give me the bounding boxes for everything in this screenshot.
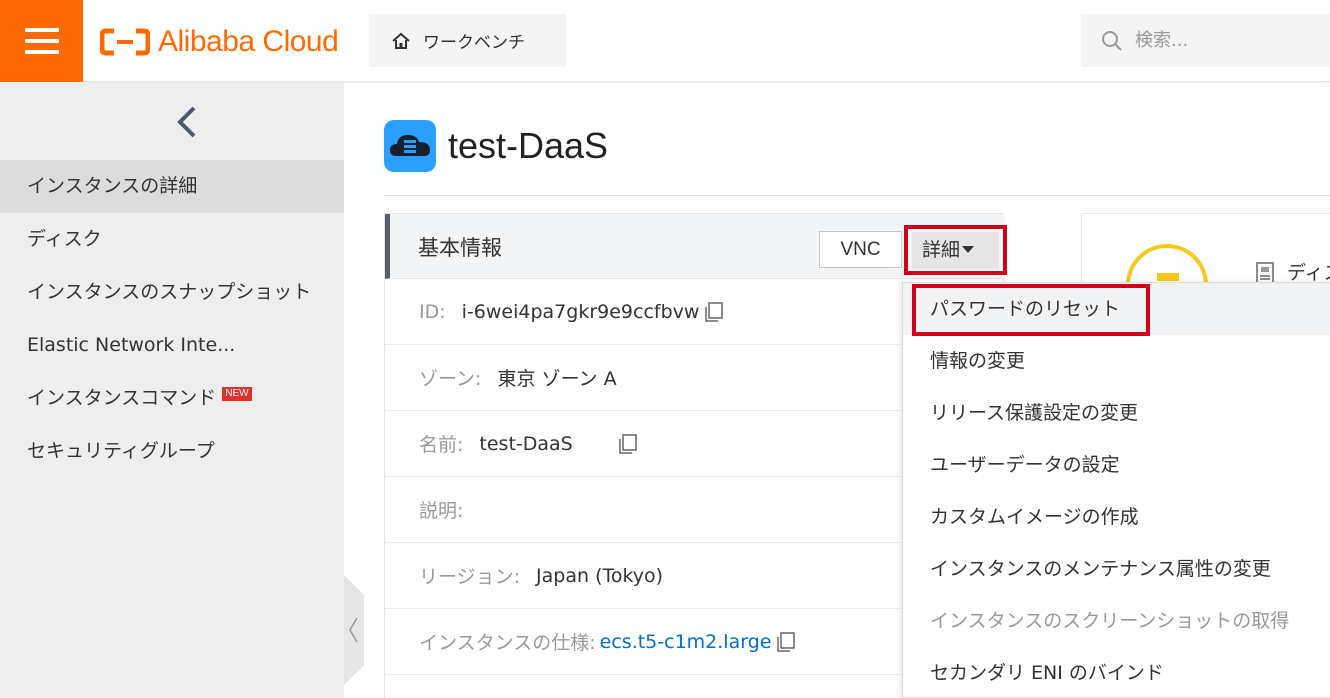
page-header: test-DaaS [384,118,608,174]
info-key: ゾーン: [419,368,482,390]
sidebar-item-label: インスタンスのスナップショット [27,281,312,303]
status-bar-icon [1157,273,1179,281]
sidebar-item-instance-commands[interactable]: インスタンスコマンド NEW [0,372,344,425]
sidebar: インスタンスの詳細 ディスク インスタンスのスナップショット Elastic N… [0,82,344,698]
menu-item-modify-info[interactable]: 情報の変更 [903,335,1330,387]
sidebar-item-instance-snapshots[interactable]: インスタンスのスナップショット [0,266,344,319]
caret-down-icon [962,246,975,253]
alibaba-cloud-logo[interactable]: Alibaba Cloud [100,22,339,62]
top-bar: Alibaba Cloud ワークベンチ [0,0,1330,82]
menu-icon-line [24,39,59,43]
vnc-button[interactable]: VNC [819,231,902,268]
copy-icon[interactable] [777,631,796,652]
page-title: test-DaaS [448,125,609,166]
sidebar-nav: インスタンスの詳細 ディスク インスタンスのスナップショット Elastic N… [0,160,344,478]
sidebar-item-label: インスタンスコマンド [27,387,217,409]
search-icon [1102,30,1122,51]
basic-info-title: 基本情報 [418,236,502,260]
disk-label: ディス [1287,262,1330,284]
sidebar-item-label: セキュリティグループ [27,440,215,462]
chevron-left-icon[interactable] [170,102,202,142]
detail-dropdown-button[interactable]: 詳細 [912,232,999,269]
region-value: Japan (Tokyo) [536,564,664,587]
zone-value: 東京 ゾーン A [497,368,617,390]
detail-button-highlight: 詳細 [904,225,1007,275]
new-badge: NEW [222,387,252,401]
info-key: 説明: [419,500,464,522]
menu-item-user-data[interactable]: ユーザーデータの設定 [903,439,1330,491]
copy-icon[interactable] [618,433,637,454]
menu-item-maintenance-attributes[interactable]: インスタンスのメンテナンス属性の変更 [903,543,1330,595]
info-key: ID: [419,300,446,323]
home-icon [392,32,410,49]
chevron-left-icon [349,617,358,643]
sidebar-item-elastic-network-interfaces[interactable]: Elastic Network Inte... [0,319,344,372]
sidebar-item-label: Elastic Network Inte... [27,334,236,356]
search-box[interactable] [1081,14,1330,67]
brand-name: Alibaba Cloud [158,25,339,58]
info-key: リージョン: [419,566,521,588]
sidebar-item-label: インスタンスの詳細 [27,175,198,197]
sidebar-item-instance-details[interactable]: インスタンスの詳細 [0,160,344,213]
sidebar-item-disk[interactable]: ディスク [0,213,344,266]
sidebar-item-label: ディスク [27,228,102,250]
detail-dropdown-menu: パスワードのリセット 情報の変更 リリース保護設定の変更 ユーザーデータの設定 … [902,282,1330,698]
hamburger-menu-button[interactable] [0,0,83,82]
search-input[interactable] [1135,30,1315,51]
menu-item-release-protection[interactable]: リリース保護設定の変更 [903,387,1330,439]
menu-item-bind-secondary-eni[interactable]: セカンダリ ENI のバインド [903,647,1330,698]
menu-item-reset-password[interactable]: パスワードのリセット [903,283,1330,335]
menu-item-get-screenshot: インスタンスのスクリーンショットの取得 [930,610,1290,632]
workbench-label: ワークベンチ [423,33,525,53]
instance-id-value: i-6wei4pa7gkr9e9ccfbvw [461,300,700,323]
detail-button-label: 詳細 [922,239,961,261]
alibaba-cloud-logo-icon [100,28,150,56]
menu-icon-line [24,28,59,32]
workbench-button[interactable]: ワークベンチ [369,14,566,67]
info-key: インスタンスの仕様: [419,632,596,654]
instance-type-link[interactable]: ecs.t5-c1m2.large [600,631,772,653]
menu-item-create-custom-image[interactable]: カスタムイメージの作成 [903,491,1330,543]
copy-icon[interactable] [705,301,724,322]
disk-icon [1256,262,1274,284]
menu-icon-line [24,50,59,54]
name-value: test-DaaS [479,432,573,455]
sidebar-toggle-handle[interactable] [344,575,364,685]
sidebar-item-security-groups[interactable]: セキュリティグループ [0,425,344,478]
basic-info-header: 基本情報 VNC 詳細 [385,214,1007,279]
info-key: 名前: [419,434,464,456]
title-divider [384,195,1330,196]
ecs-instance-icon [384,120,436,172]
